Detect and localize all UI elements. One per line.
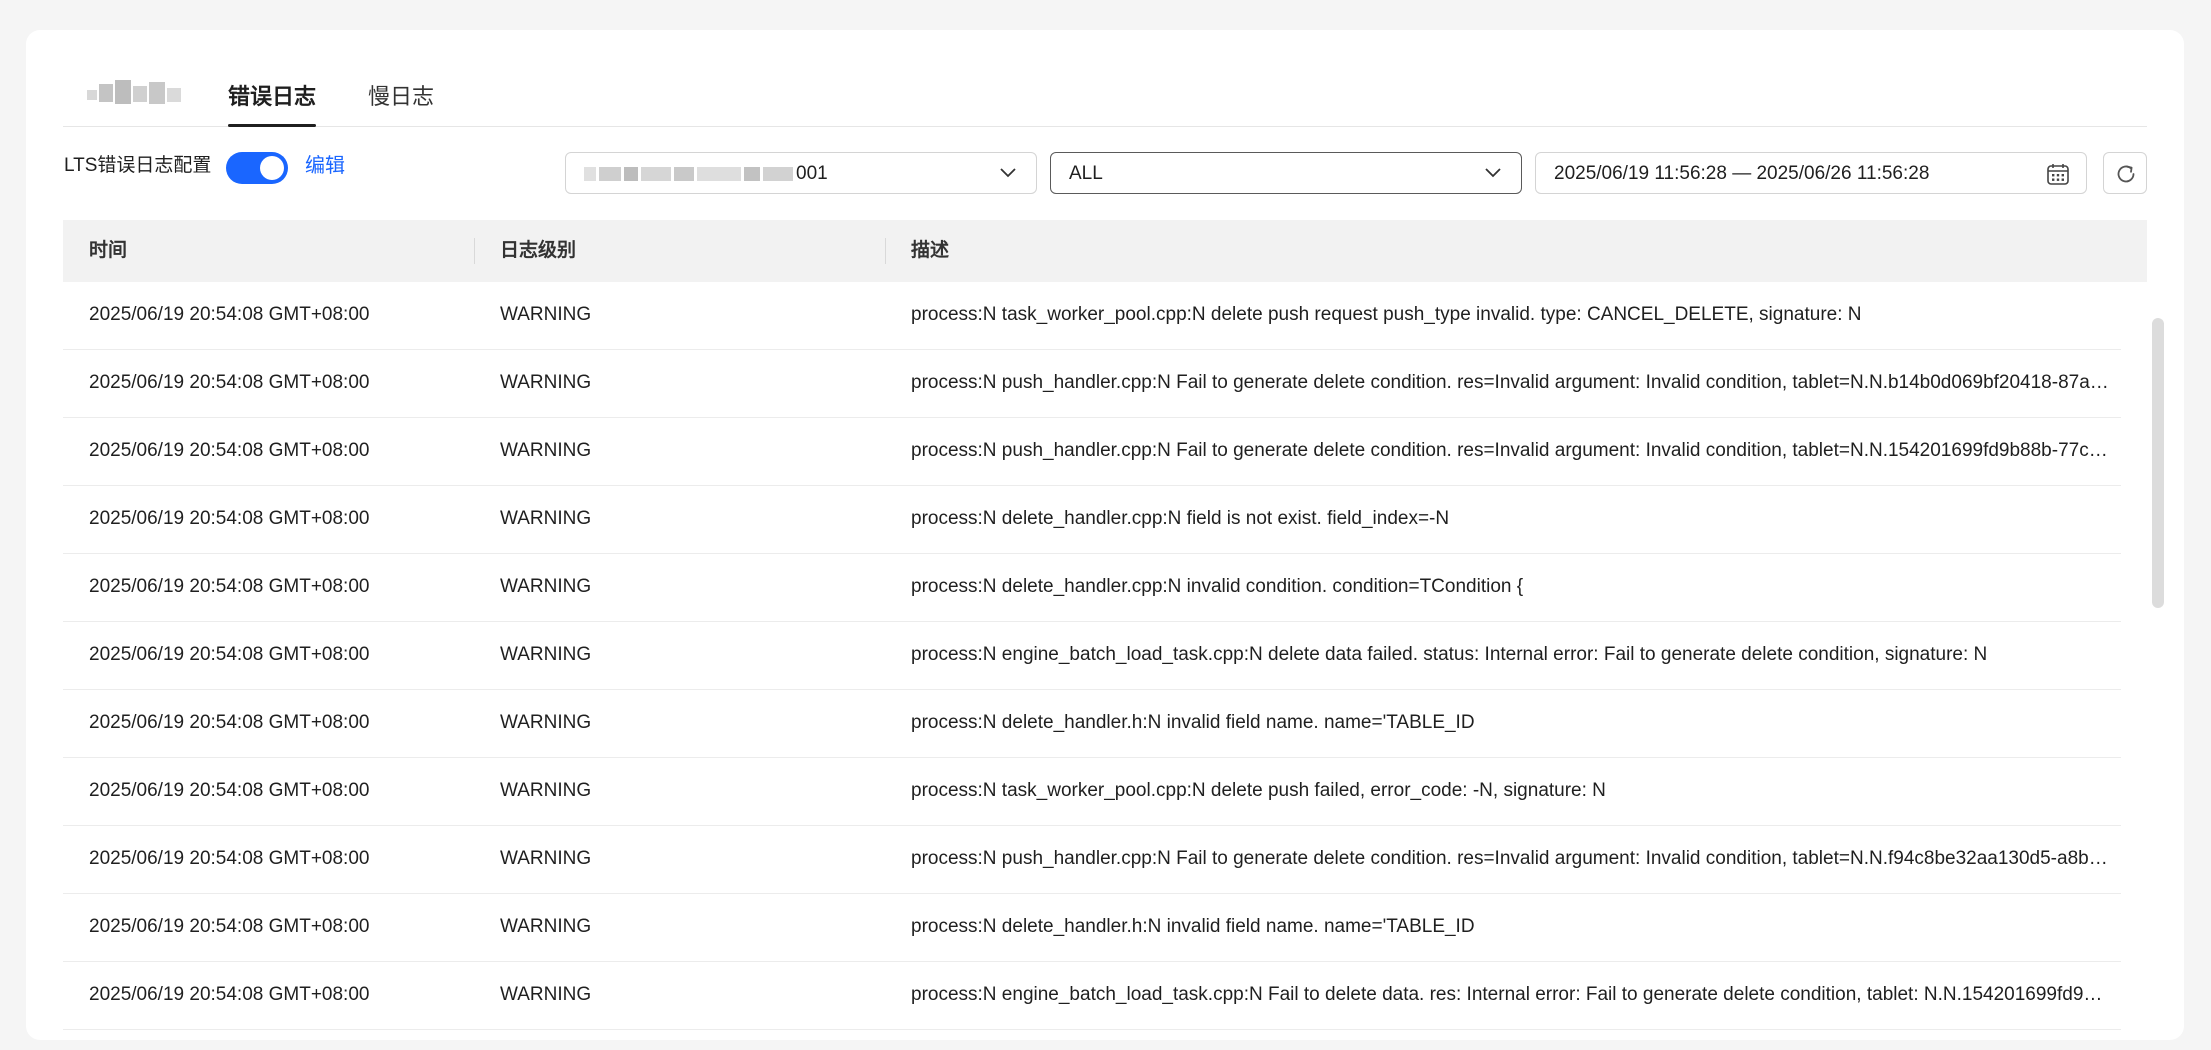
cell-time: 2025/06/19 20:54:08 GMT+08:00 [89,780,370,801]
table-row[interactable]: 2025/06/19 20:54:08 GMT+08:00 WARNING proc… [63,622,2121,690]
cell-desc: process:N push_handler.cpp:N Fail to gen… [911,440,2111,461]
cell-desc: process:N engine_batch_load_task.cpp:N d… [911,644,1988,665]
level-select[interactable]: ALL [1050,152,1522,194]
cell-desc: process:N delete_handler.cpp:N invalid c… [911,576,1524,597]
refresh-icon [2117,165,2135,183]
chevron-down-icon [1000,168,1016,178]
node-select[interactable]: 001 [565,152,1037,194]
table-scrollbar[interactable] [2152,318,2164,608]
node-select-value: 001 [584,162,828,186]
table-row[interactable]: 2025/06/19 20:54:08 GMT+08:00 WARNING proc… [63,350,2121,418]
cell-desc: process:N push_handler.cpp:N Fail to gen… [911,372,2111,393]
cell-level: WARNING [500,984,592,1005]
table-body: 2025/06/19 20:54:08 GMT+08:00 WARNING proc… [63,282,2147,1030]
cell-level: WARNING [500,848,592,869]
chevron-down-icon [1485,168,1501,178]
calendar-icon [2047,164,2069,185]
cell-desc: process:N push_handler.cpp:N Fail to gen… [911,848,2111,869]
cell-time: 2025/06/19 20:54:08 GMT+08:00 [89,712,370,733]
blurred-tab[interactable] [87,78,181,108]
cell-desc: process:N task_worker_pool.cpp:N delete … [911,304,1862,325]
table-row[interactable]: 2025/06/19 20:54:08 GMT+08:00 WARNING proc… [63,826,2121,894]
table-row[interactable]: 2025/06/19 20:54:08 GMT+08:00 WARNING proc… [63,758,2121,826]
log-table: 时间 日志级别 描述 2025/06/19 20:54:08 GMT+08:00… [63,220,2147,1050]
date-range-value: 2025/06/19 11:56:28 — 2025/06/26 11:56:2… [1554,163,1930,184]
node-select-suffix: 001 [796,163,828,184]
table-row[interactable]: 2025/06/19 20:54:08 GMT+08:00 WARNING proc… [63,282,2121,350]
cell-level: WARNING [500,508,592,529]
cell-level: WARNING [500,644,592,665]
log-panel: 错误日志 慢日志 LTS错误日志配置 编辑 001 ALL 2025/06/19… [26,30,2184,1040]
header-desc: 描述 [911,240,950,261]
table-row[interactable]: 2025/06/19 20:54:08 GMT+08:00 WARNING proc… [63,690,2121,758]
table-row[interactable]: 2025/06/19 20:54:08 GMT+08:00 WARNING proc… [63,418,2121,486]
tab-bar: 错误日志 慢日志 [63,30,2147,127]
lts-config-label: LTS错误日志配置 [64,155,212,176]
date-range-picker[interactable]: 2025/06/19 11:56:28 — 2025/06/26 11:56:2… [1535,152,2087,194]
tab-error-log[interactable]: 错误日志 [228,82,317,127]
cell-time: 2025/06/19 20:54:08 GMT+08:00 [89,304,370,325]
lts-toggle[interactable] [226,152,288,184]
cell-level: WARNING [500,712,592,733]
cell-level: WARNING [500,372,592,393]
table-row[interactable]: 2025/06/19 20:54:08 GMT+08:00 WARNING proc… [63,554,2121,622]
header-separator[interactable] [885,238,886,264]
cell-time: 2025/06/19 20:54:08 GMT+08:00 [89,576,370,597]
cell-time: 2025/06/19 20:54:08 GMT+08:00 [89,508,370,529]
table-header: 时间 日志级别 描述 [63,220,2147,282]
cell-desc: process:N engine_batch_load_task.cpp:N F… [911,984,2111,1005]
table-row[interactable]: 2025/06/19 20:54:08 GMT+08:00 WARNING proc… [63,486,2121,554]
header-separator[interactable] [474,238,475,264]
cell-desc: process:N task_worker_pool.cpp:N delete … [911,780,1606,801]
refresh-button[interactable] [2103,152,2147,194]
table-row[interactable]: 2025/06/19 20:54:08 GMT+08:00 WARNING proc… [63,962,2121,1030]
edit-link[interactable]: 编辑 [305,154,345,178]
cell-level: WARNING [500,916,592,937]
level-select-value: ALL [1069,163,1103,184]
cell-desc: process:N delete_handler.h:N invalid fie… [911,712,1475,733]
cell-time: 2025/06/19 20:54:08 GMT+08:00 [89,848,370,869]
header-level: 日志级别 [500,240,577,261]
table-row[interactable]: 2025/06/19 20:54:08 GMT+08:00 WARNING proc… [63,894,2121,962]
toggle-knob [260,156,284,180]
cell-desc: process:N delete_handler.cpp:N field is … [911,508,1450,529]
header-time: 时间 [89,240,128,261]
cell-level: WARNING [500,576,592,597]
cell-level: WARNING [500,304,592,325]
cell-time: 2025/06/19 20:54:08 GMT+08:00 [89,916,370,937]
cell-time: 2025/06/19 20:54:08 GMT+08:00 [89,984,370,1005]
cell-level: WARNING [500,440,592,461]
cell-level: WARNING [500,780,592,801]
cell-time: 2025/06/19 20:54:08 GMT+08:00 [89,644,370,665]
cell-time: 2025/06/19 20:54:08 GMT+08:00 [89,372,370,393]
tab-slow-log[interactable]: 慢日志 [368,82,434,112]
cell-time: 2025/06/19 20:54:08 GMT+08:00 [89,440,370,461]
cell-desc: process:N delete_handler.h:N invalid fie… [911,916,1475,937]
